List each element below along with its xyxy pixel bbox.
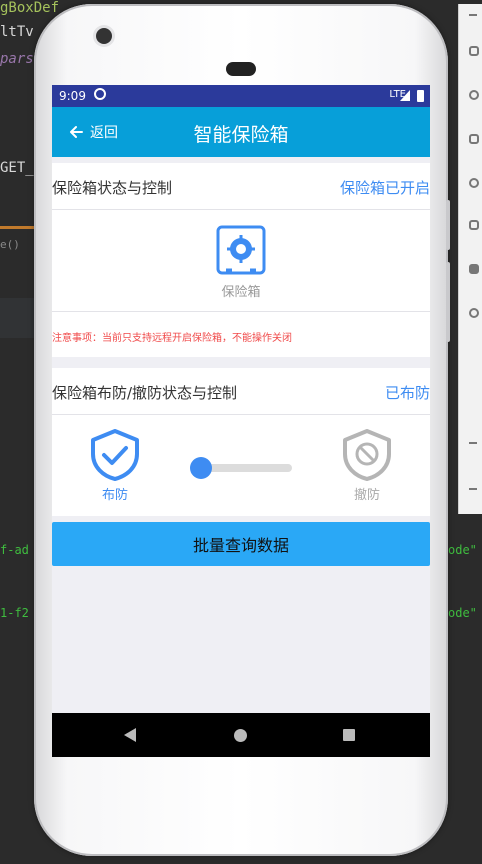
nav-home-icon[interactable] [234,729,247,742]
safe-status-card: 保险箱状态与控制 保险箱已开启 保险箱 注意事项：当前只支持远程开启保险箱，不能… [52,163,430,357]
arm-button[interactable]: 布防 [88,428,142,503]
battery-icon [417,90,424,102]
nav-recents-icon[interactable] [343,729,355,741]
earpiece-speaker [226,62,256,76]
arm-slider-thumb[interactable] [190,457,212,479]
status-time: 9:09 [59,89,86,103]
panel-tool-icon[interactable] [469,134,479,144]
safe-status-header: 保险箱状态与控制 保险箱已开启 [52,163,430,210]
shield-check-icon [91,429,139,481]
arm-status-value: 已布防 [384,384,430,402]
panel-dash [469,442,477,444]
panel-dash [469,14,477,16]
panel-tool-icon[interactable] [469,46,479,56]
panel-tool-icon[interactable] [469,264,479,274]
ide-tool-panel [458,4,482,514]
code-line: pars [0,51,34,67]
ide-dark-band [0,298,34,338]
safe-status-label: 保险箱状态与控制 [52,179,173,197]
phone-screen: 9:09 LTE 返回 智能保险箱 保险箱状态与控制 保险箱已开启 保险箱 注意… [52,85,430,757]
code-line: ode" [448,606,477,620]
safe-divider [52,311,430,312]
page-title: 智能保险箱 [193,124,289,146]
arm-status-card: 保险箱布防/撤防状态与控制 已布防 布防 撤防 [52,368,430,516]
nav-back-icon[interactable] [124,728,136,742]
signal-icon [400,90,410,101]
batch-query-button[interactable]: 批量查询数据 [52,522,430,566]
front-camera [96,28,112,44]
code-line: GET_ [0,160,34,176]
status-bar: 9:09 LTE [52,85,430,107]
arm-status-label: 保险箱布防/撤防状态与控制 [52,384,238,402]
safe-open-button[interactable] [216,225,266,275]
arm-status-header: 保险箱布防/撤防状态与控制 已布防 [52,368,430,415]
safe-status-value: 保险箱已开启 [339,179,430,197]
code-line: f-ad [0,543,29,557]
android-nav-bar [52,713,430,757]
safe-icon [216,225,266,275]
notification-icon [94,88,106,100]
code-line: ltTv [0,24,34,40]
arm-label: 布防 [101,488,128,503]
power-button [446,200,450,250]
panel-tool-icon[interactable] [469,178,479,188]
code-line: ode" [448,543,477,557]
safe-icon-label: 保险箱 [221,285,261,300]
ide-orange-divider [0,226,34,229]
safe-note: 注意事项：当前只支持远程开启保险箱，不能操作关闭 [52,333,292,344]
volume-button [446,262,450,342]
panel-tool-icon[interactable] [469,220,479,230]
arm-slider-track[interactable] [202,464,292,472]
panel-dash [469,488,477,490]
code-line: 1-f2 [0,606,29,620]
shield-block-icon [343,429,391,481]
app-bar: 返回 智能保险箱 [52,107,430,157]
disarm-label: 撤防 [353,488,380,503]
code-line: e() [0,238,20,251]
panel-tool-icon[interactable] [469,308,479,318]
code-line: gBoxDef [0,0,60,16]
panel-tool-icon[interactable] [469,90,479,100]
disarm-button[interactable]: 撤防 [340,428,394,503]
